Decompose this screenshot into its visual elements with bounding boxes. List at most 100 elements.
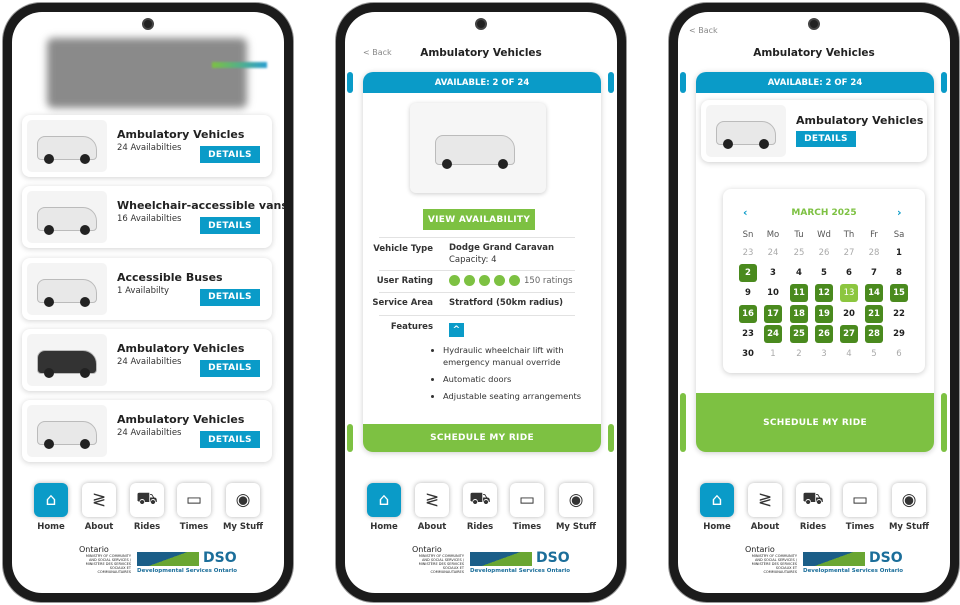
prev-card-peek[interactable]	[347, 424, 353, 452]
calendar-day-available[interactable]: 12	[815, 284, 833, 303]
details-button[interactable]: DETAILS	[200, 288, 260, 306]
details-button[interactable]: DETAILS	[200, 431, 260, 449]
calendar-day: 5	[821, 268, 827, 279]
nav-my-stuff-button[interactable]: ◉	[226, 483, 260, 517]
nav-my-stuff-button[interactable]: ◉	[892, 483, 926, 517]
vehicle-title: Ambulatory Vehicles	[117, 128, 245, 141]
nav-my-stuff-button[interactable]: ◉	[559, 483, 593, 517]
next-card-peek[interactable]	[941, 72, 947, 93]
calendar-day-available[interactable]: 15	[890, 284, 908, 303]
calendar-day: 29	[893, 328, 905, 339]
vehicle-image	[27, 333, 107, 386]
home-icon: ⌂	[45, 490, 57, 510]
calendar-day-selected[interactable]: 13	[840, 284, 858, 303]
prev-card-peek[interactable]	[680, 393, 686, 452]
nav-times-button[interactable]: ▭	[177, 483, 211, 517]
calendar-day-available[interactable]: 27	[840, 324, 858, 343]
calendar-day-available[interactable]: 28	[865, 324, 883, 343]
ontario-logo: Ontario MINISTRY OF COMMUNITY AND SOCIAL …	[79, 545, 131, 574]
nav-home-button[interactable]: ⌂	[700, 483, 734, 517]
nav-about-button[interactable]: ≷	[82, 483, 116, 517]
weekday-header: Sa	[893, 230, 905, 240]
next-month-button[interactable]: ›	[897, 206, 902, 219]
nav-times-button[interactable]: ▭	[843, 483, 877, 517]
vehicle-summary-card: Ambulatory Vehicles DETAILS	[701, 100, 927, 162]
calendar-day-available[interactable]: 18	[790, 304, 808, 323]
ontario-logo: Ontario MINISTRY OF COMMUNITY AND SOCIAL …	[745, 545, 797, 574]
calendar-day-available[interactable]: 21	[865, 304, 883, 323]
nav-rides-button[interactable]: ⛟	[130, 483, 164, 517]
nav-label: My Stuff	[222, 522, 264, 532]
calendar-day-available[interactable]: 17	[764, 304, 782, 323]
user-circle-icon: ◉	[568, 490, 584, 510]
dso-subtitle: Developmental Services Ontario	[137, 568, 238, 574]
details-button[interactable]: DETAILS	[796, 131, 856, 147]
calendar-day-available[interactable]: 26	[815, 324, 833, 343]
weekday-header: Tu	[794, 230, 804, 240]
nav-label: Home	[703, 522, 731, 532]
app-logo	[47, 38, 247, 108]
weekday-header: Th	[843, 230, 855, 240]
nav-times-button[interactable]: ▭	[510, 483, 544, 517]
vehicle-card[interactable]: Ambulatory Vehicles 24 Availabilties DET…	[22, 328, 272, 391]
service-area-label: Service Area	[372, 298, 433, 308]
details-button[interactable]: DETAILS	[200, 146, 260, 163]
next-card-peek[interactable]	[608, 424, 614, 452]
calendar-screen: < Back Ambulatory Vehicles AVAILABLE: 2 …	[678, 12, 950, 593]
nav-label: Times	[179, 522, 209, 532]
calendar-day: 6	[846, 268, 852, 279]
next-card-peek[interactable]	[608, 72, 614, 93]
nav-label: Rides	[133, 522, 161, 532]
calendar-icon: ▭	[185, 490, 203, 510]
vehicle-image	[27, 262, 107, 315]
schedule-ride-button[interactable]: SCHEDULE MY RIDE	[696, 393, 934, 452]
nav-home-button[interactable]: ⌂	[34, 483, 68, 517]
calendar-day: 23	[742, 248, 754, 258]
vehicle-detail-card: AVAILABLE: 2 OF 24 VIEW AVAILABILITY Veh…	[363, 72, 601, 452]
camera	[808, 18, 820, 30]
nav-rides-button[interactable]: ⛟	[796, 483, 830, 517]
camera	[475, 18, 487, 30]
home-icon: ⌂	[378, 490, 390, 510]
details-button[interactable]: DETAILS	[200, 217, 260, 235]
calendar-day-available[interactable]: 14	[865, 284, 883, 303]
nav-rides-button[interactable]: ⛟	[463, 483, 497, 517]
calendar-day: 25	[793, 248, 805, 258]
calendar-day: 3	[770, 268, 776, 279]
dso-wordmark: DSO	[203, 550, 237, 566]
vehicle-card[interactable]: Ambulatory Vehicles 24 Availabilties DET…	[22, 115, 272, 177]
rating-dot	[464, 275, 475, 286]
calendar-day-available[interactable]: 19	[815, 304, 833, 323]
calendar-day-available[interactable]: 25	[790, 324, 808, 343]
calendar-day-available[interactable]: 16	[739, 304, 757, 323]
capacity-value: Capacity: 4	[449, 255, 497, 265]
calendar-day: 24	[767, 248, 779, 258]
nav-about-button[interactable]: ≷	[415, 483, 449, 517]
next-card-peek[interactable]	[941, 393, 947, 452]
prev-card-peek[interactable]	[680, 72, 686, 93]
calendar-day: 4	[846, 349, 852, 359]
schedule-ride-button[interactable]: SCHEDULE MY RIDE	[363, 424, 601, 452]
calendar-day-available[interactable]: 24	[764, 324, 782, 343]
details-button[interactable]: DETAILS	[200, 359, 260, 377]
calendar-day-available[interactable]: 2	[739, 264, 757, 283]
calendar-day-available[interactable]: 11	[790, 284, 808, 303]
view-availability-button[interactable]: VIEW AVAILABILITY	[423, 209, 535, 230]
nav-about-button[interactable]: ≷	[748, 483, 782, 517]
calendar-day: 20	[843, 308, 855, 319]
truck-icon: ⛟	[469, 489, 491, 509]
vehicle-card[interactable]: Accessible Buses 1 Availabilty DETAILS	[22, 257, 272, 320]
phone-calendar: < Back Ambulatory Vehicles AVAILABLE: 2 …	[669, 3, 959, 602]
vehicle-card[interactable]: Ambulatory Vehicles 24 Availabilties DET…	[22, 400, 272, 463]
calendar: ‹ MARCH 2025 › Sn Mo Tu Wd Th Fr Sa 23 24 25 26 27 2…	[723, 189, 925, 373]
vehicle-availability-count: 24 Availabilties	[117, 356, 182, 367]
prev-card-peek[interactable]	[347, 72, 353, 93]
vehicle-card[interactable]: Wheelchair-accessible vans 16 Availabilt…	[22, 186, 284, 249]
back-link[interactable]: < Back	[689, 26, 718, 35]
user-circle-icon: ◉	[901, 490, 917, 510]
vehicle-type-label: Vehicle Type	[373, 244, 433, 254]
nav-home-button[interactable]: ⌂	[367, 483, 401, 517]
collapse-features-button[interactable]: ^	[449, 323, 464, 337]
calendar-day: 23	[742, 328, 754, 339]
ministry-text: MINISTRY OF COMMUNITY AND SOCIAL SERVICE…	[418, 554, 464, 574]
